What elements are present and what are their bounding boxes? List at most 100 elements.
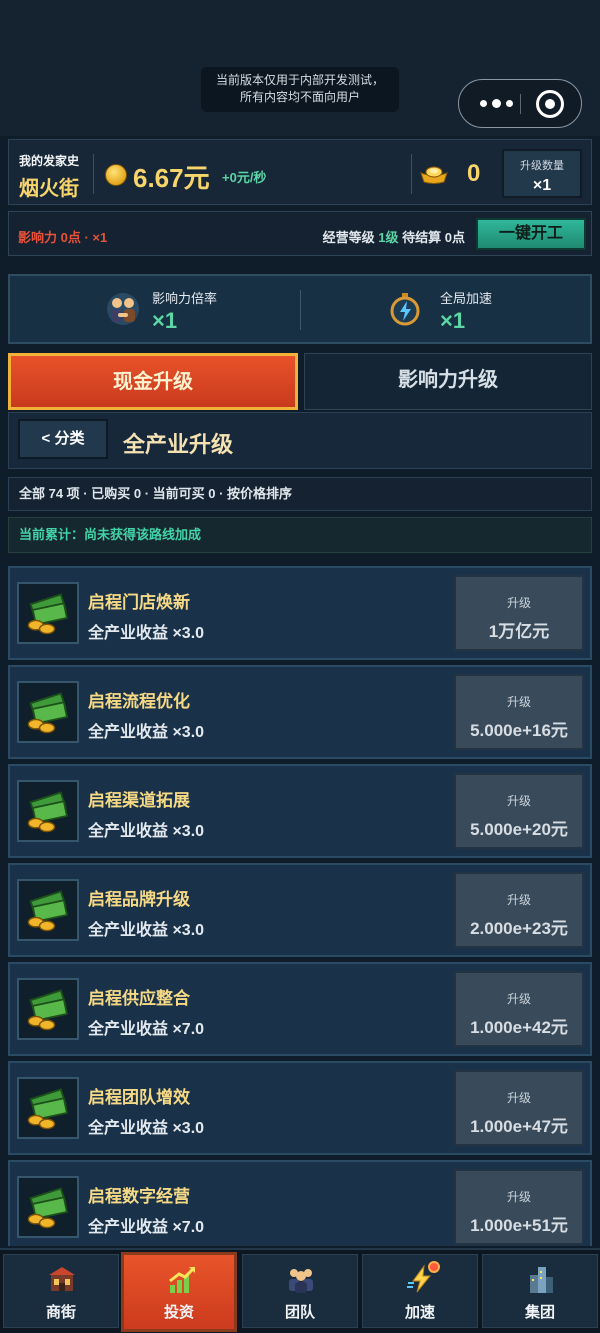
upgrade-buy-button[interactable]: 升级 1.000e+51元 xyxy=(454,1169,584,1245)
bottom-nav: 商街 投资 团队 加速 集团 xyxy=(0,1248,600,1333)
upgrade-buy-label: 升级 xyxy=(506,893,531,907)
upgrade-buy-label: 升级 xyxy=(506,1190,531,1204)
divider xyxy=(411,154,412,194)
nav-team[interactable]: 团队 xyxy=(242,1254,358,1328)
upgrade-name: 启程流程优化 xyxy=(88,692,190,711)
history-label[interactable]: 我的发家史 xyxy=(19,152,79,169)
nav-label: 商街 xyxy=(45,1304,76,1321)
shop-street-icon xyxy=(49,1267,75,1291)
status-bar: 影响力 0点 · ×1 经营等级 1级 待结算 0点 一键开工 xyxy=(8,211,592,256)
tab-cash-upgrade[interactable]: 现金升级 xyxy=(8,353,298,410)
boost-panel: 影响力倍率 ×1 全局加速 ×1 xyxy=(8,274,592,344)
upgrade-buy-label: 升级 xyxy=(506,1091,531,1105)
list-summary: 全部 74 项 · 已购买 0 · 当前可买 0 · 按价格排序 xyxy=(8,477,592,511)
category-title: 全产业升级 xyxy=(123,432,234,457)
upgrade-list: 启程门店焕新 全产业收益 ×3.0 升级 1万亿元 启程流程优化 全产业收益 ×… xyxy=(8,566,592,1246)
upgrade-buy-button[interactable]: 升级 1万亿元 xyxy=(454,575,584,651)
upgrade-effect: 全产业收益 ×3.0 xyxy=(88,922,205,939)
upgrade-price: 1万亿元 xyxy=(488,622,550,641)
dev-notice: 当前版本仅用于内部开发测试， 所有内容均不面向用户 xyxy=(201,67,399,112)
nav-label: 集团 xyxy=(524,1304,555,1321)
top-bar: 当前版本仅用于内部开发测试， 所有内容均不面向用户 xyxy=(0,0,600,136)
upgrade-name: 启程团队增效 xyxy=(88,1088,190,1107)
tab-influence-upgrade[interactable]: 影响力升级 xyxy=(304,353,592,410)
influence-rate-label: 影响力倍率 xyxy=(152,291,218,306)
upgrade-price: 1.000e+47元 xyxy=(470,1117,568,1136)
nav-label: 加速 xyxy=(404,1304,435,1321)
list-item: 启程数字经营 全产业收益 ×7.0 升级 1.000e+51元 xyxy=(8,1160,592,1246)
cash-stack-icon xyxy=(17,780,79,842)
upgrade-effect: 全产业收益 ×7.0 xyxy=(88,1021,205,1038)
level-label: 经营等级 xyxy=(322,230,375,245)
nav-shop-street[interactable]: 商街 xyxy=(3,1254,119,1328)
wealth-panel: 我的发家史 烟火街 6.67元 +0元/秒 0 升级数量 ×1 xyxy=(8,139,592,205)
invest-chart-icon xyxy=(169,1266,196,1293)
coin-icon xyxy=(105,164,127,186)
cash-stack-icon xyxy=(17,1176,79,1238)
more-dots-icon[interactable] xyxy=(473,80,519,127)
upgrade-price: 1.000e+42元 xyxy=(470,1018,568,1037)
gold-ingot-icon xyxy=(420,166,448,184)
upgrade-tabs: 现金升级 影响力升级 xyxy=(8,353,592,410)
list-item: 启程流程优化 全产业收益 ×3.0 升级 5.000e+16元 xyxy=(8,665,592,759)
list-item: 启程团队增效 全产业收益 ×3.0 升级 1.000e+47元 xyxy=(8,1061,592,1155)
upgrade-buy-button[interactable]: 升级 1.000e+42元 xyxy=(454,971,584,1047)
handshake-people-icon xyxy=(107,293,139,325)
list-item: 启程供应整合 全产业收益 ×7.0 升级 1.000e+42元 xyxy=(8,962,592,1056)
upgrade-buy-button[interactable]: 升级 5.000e+16元 xyxy=(454,674,584,750)
upgrade-name: 启程门店焕新 xyxy=(88,593,190,612)
money-value: 6.67元 xyxy=(133,163,210,193)
group-buildings-icon xyxy=(530,1267,553,1293)
upgrade-quantity-button[interactable]: 升级数量 ×1 xyxy=(502,149,582,198)
capsule-divider xyxy=(520,94,521,114)
mini-program-close-icon[interactable] xyxy=(536,90,564,118)
upgrade-price: 5.000e+16元 xyxy=(470,721,568,740)
influence-rate-value: ×1 xyxy=(152,308,178,333)
mini-program-capsule xyxy=(458,79,582,128)
nav-label: 团队 xyxy=(284,1304,315,1321)
list-item: 启程门店焕新 全产业收益 ×3.0 升级 1万亿元 xyxy=(8,566,592,660)
category-bar: < 分类 全产业升级 xyxy=(8,412,592,469)
stopwatch-lightning-icon xyxy=(390,293,420,326)
upgrade-price: 2.000e+23元 xyxy=(470,919,568,938)
upgrade-buy-label: 升级 xyxy=(506,596,531,610)
level-value: 1级 xyxy=(378,230,399,245)
category-back-button[interactable]: < 分类 xyxy=(18,419,108,459)
business-level: 经营等级 1级 待结算 0点 xyxy=(323,227,465,246)
street-name: 烟火街 xyxy=(19,178,79,200)
cash-stack-icon xyxy=(17,879,79,941)
upgrade-buy-button[interactable]: 升级 5.000e+20元 xyxy=(454,773,584,849)
upgrade-buy-button[interactable]: 升级 1.000e+47元 xyxy=(454,1070,584,1146)
cash-stack-icon xyxy=(17,582,79,644)
dev-notice-line1: 当前版本仅用于内部开发测试， xyxy=(215,73,384,87)
global-speed-value: ×1 xyxy=(440,308,466,333)
upgrade-effect: 全产业收益 ×3.0 xyxy=(88,625,205,642)
upgrade-effect: 全产业收益 ×3.0 xyxy=(88,823,205,840)
upgrade-price: 5.000e+20元 xyxy=(470,820,568,839)
influence-status: 影响力 0点 · ×1 xyxy=(18,230,108,245)
influence-rate-cell: 影响力倍率 ×1 xyxy=(10,276,300,342)
upgrade-quantity-label: 升级数量 xyxy=(520,160,564,172)
upgrade-name: 启程数字经营 xyxy=(88,1187,190,1206)
upgrade-name: 启程供应整合 xyxy=(88,989,190,1008)
upgrade-effect: 全产业收益 ×7.0 xyxy=(88,1219,205,1236)
cash-stack-icon xyxy=(17,978,79,1040)
one-key-start-button[interactable]: 一键开工 xyxy=(476,218,586,250)
nav-label: 投资 xyxy=(163,1304,194,1321)
upgrade-price: 1.000e+51元 xyxy=(470,1216,568,1235)
global-speed-label: 全局加速 xyxy=(440,291,493,306)
upgrade-buy-label: 升级 xyxy=(506,695,531,709)
global-speed-cell: 全局加速 ×1 xyxy=(300,276,590,342)
nav-invest[interactable]: 投资 xyxy=(121,1252,237,1332)
cash-stack-icon xyxy=(17,1077,79,1139)
upgrade-quantity-value: ×1 xyxy=(532,177,552,194)
dev-notice-line2: 所有内容均不面向用户 xyxy=(239,90,360,104)
upgrade-buy-button[interactable]: 升级 2.000e+23元 xyxy=(454,872,584,948)
list-item: 启程渠道拓展 全产业收益 ×3.0 升级 5.000e+20元 xyxy=(8,764,592,858)
upgrade-name: 启程渠道拓展 xyxy=(88,791,190,810)
income-rate: +0元/秒 xyxy=(222,170,267,185)
nav-speed-up[interactable]: 加速 xyxy=(362,1254,478,1328)
divider xyxy=(93,154,94,194)
cash-stack-icon xyxy=(17,681,79,743)
nav-group[interactable]: 集团 xyxy=(482,1254,598,1328)
